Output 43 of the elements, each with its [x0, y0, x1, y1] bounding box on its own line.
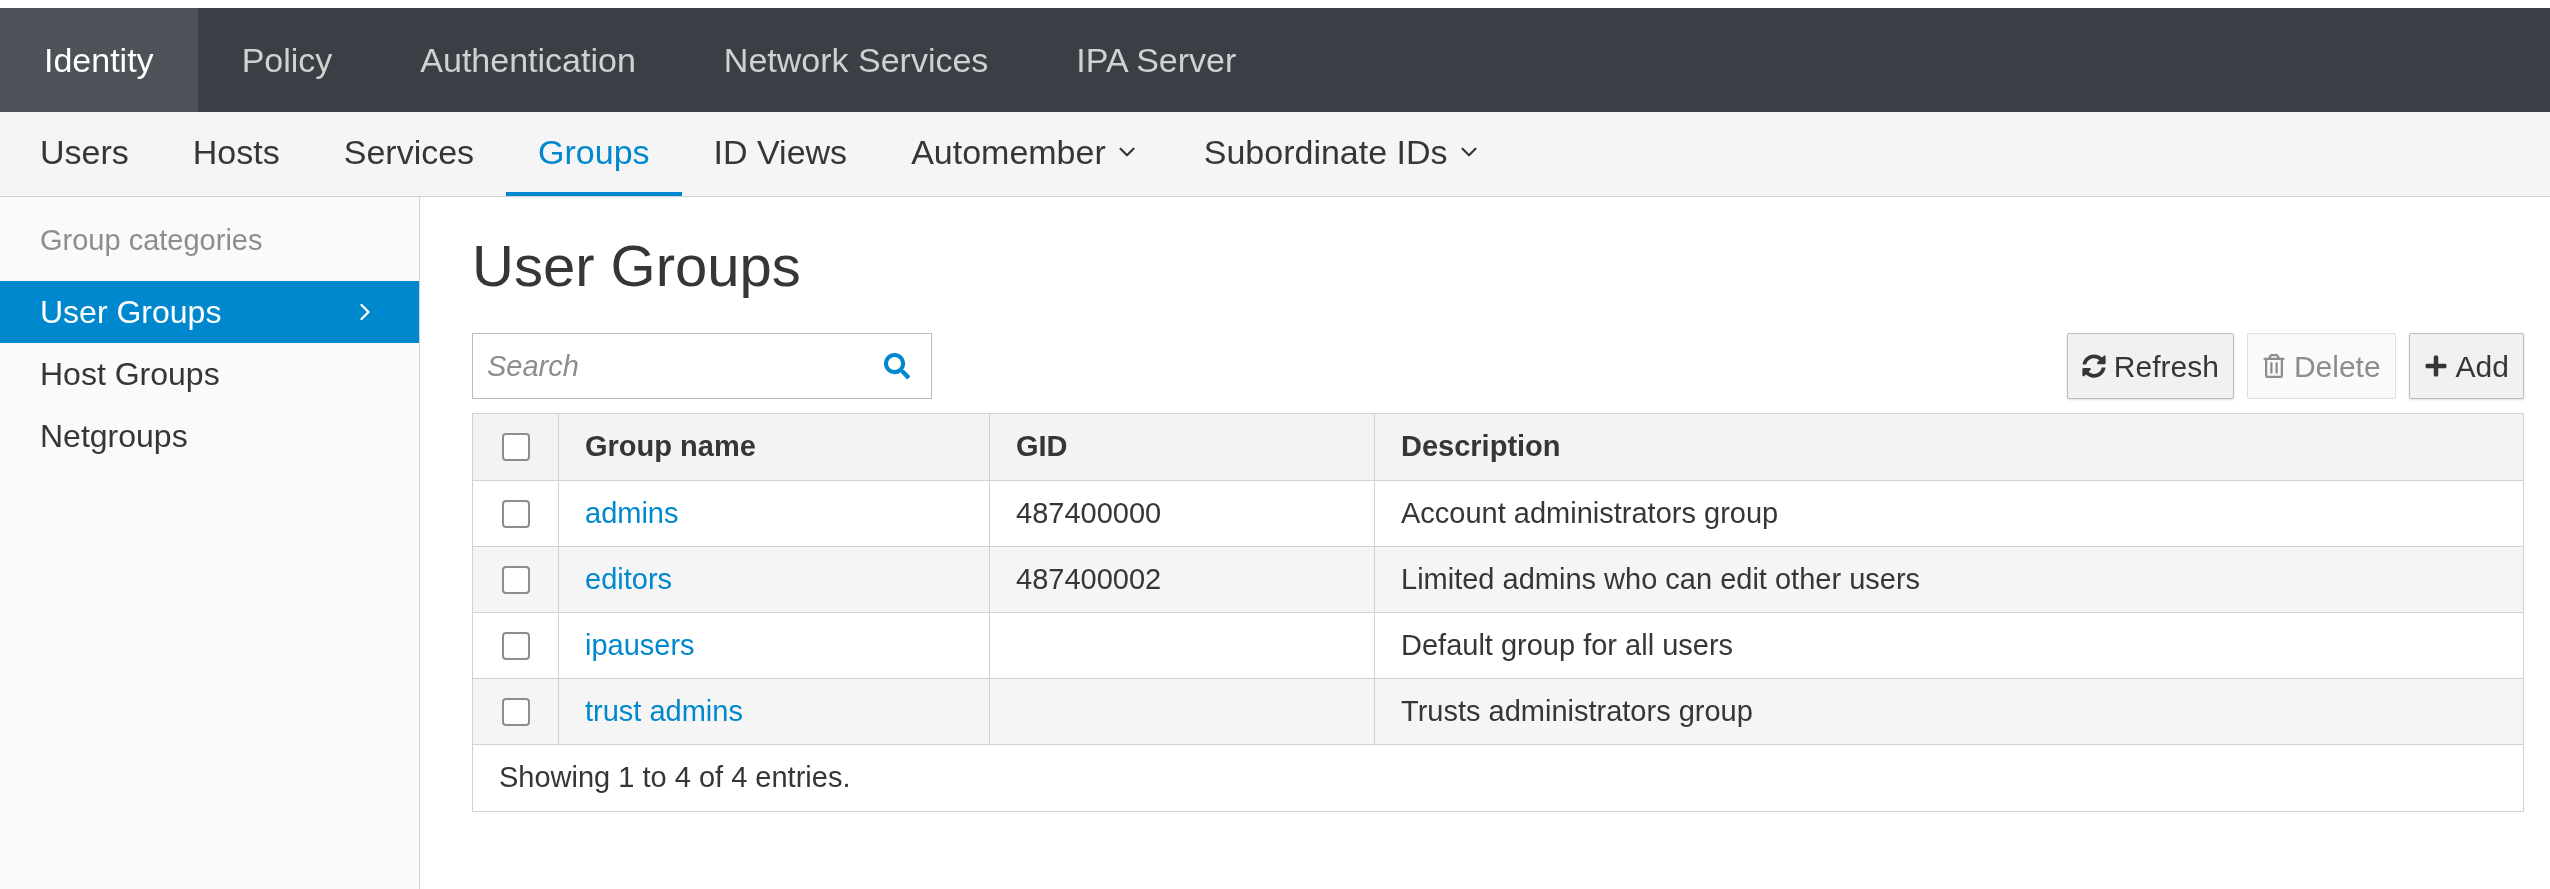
checkbox[interactable]	[501, 565, 530, 594]
sidebar-item[interactable]: User Groups	[0, 280, 419, 343]
top-nav-tab[interactable]: Network Services	[679, 8, 1033, 112]
description-cell-text: Account administrators group	[1401, 495, 1779, 531]
add-button[interactable]: Add	[2408, 333, 2524, 399]
refresh-button[interactable]: Refresh	[2066, 333, 2234, 399]
group-link[interactable]: trust admins	[585, 689, 743, 734]
description-cell-text: Limited admins who can edit other users	[1401, 561, 1921, 597]
group-link[interactable]: editors	[585, 557, 673, 602]
plus-icon	[2423, 354, 2448, 378]
table-footer-text: Showing 1 to 4 of 4 entries.	[499, 760, 851, 796]
column-header: GID	[990, 414, 1375, 480]
refresh-icon	[2081, 354, 2106, 378]
search-field[interactable]: Search	[472, 333, 932, 399]
sidebar-item[interactable]: Host Groups	[0, 342, 419, 405]
sidebar-heading: Group categories	[39, 223, 264, 258]
checkbox[interactable]	[501, 433, 530, 461]
top-nav-tab[interactable]: IPA Server	[1032, 8, 1281, 112]
top-nav-tab[interactable]: Identity	[0, 8, 198, 112]
trash-icon	[2261, 354, 2286, 378]
top-nav-tab[interactable]: Authentication	[376, 8, 680, 112]
checkbox[interactable]	[501, 499, 530, 528]
sub-nav-tab[interactable]: ID Views	[681, 112, 880, 196]
description-cell-text: Trusts administrators group	[1401, 693, 1753, 729]
sub-nav-tab[interactable]: Subordinate IDs	[1171, 112, 1514, 196]
gid-cell-text: 487400000	[1016, 495, 1162, 531]
sub-nav-tab[interactable]: Hosts	[160, 112, 312, 196]
checkbox[interactable]	[501, 697, 530, 726]
column-header: Description	[1400, 429, 1562, 465]
gid-cell-text: 487400002	[1016, 561, 1162, 597]
sub-nav-tab[interactable]: Services	[311, 112, 507, 196]
checkbox[interactable]	[501, 631, 530, 660]
sub-nav-tab[interactable]: Automember	[879, 112, 1172, 196]
top-nav-tab[interactable]: Policy	[197, 8, 377, 112]
column-header: Group name	[559, 414, 990, 480]
search-icon	[884, 353, 910, 379]
page-title: User Groups	[472, 232, 802, 300]
sidebar-item[interactable]: Netgroups	[0, 404, 419, 467]
group-link[interactable]: ipausers	[585, 623, 695, 668]
group-link[interactable]: admins	[585, 491, 679, 536]
sub-nav-tab[interactable]: Users	[8, 112, 161, 196]
description-cell-text: Default group for all users	[1401, 627, 1734, 663]
sub-nav-tab[interactable]: Groups	[506, 112, 682, 196]
